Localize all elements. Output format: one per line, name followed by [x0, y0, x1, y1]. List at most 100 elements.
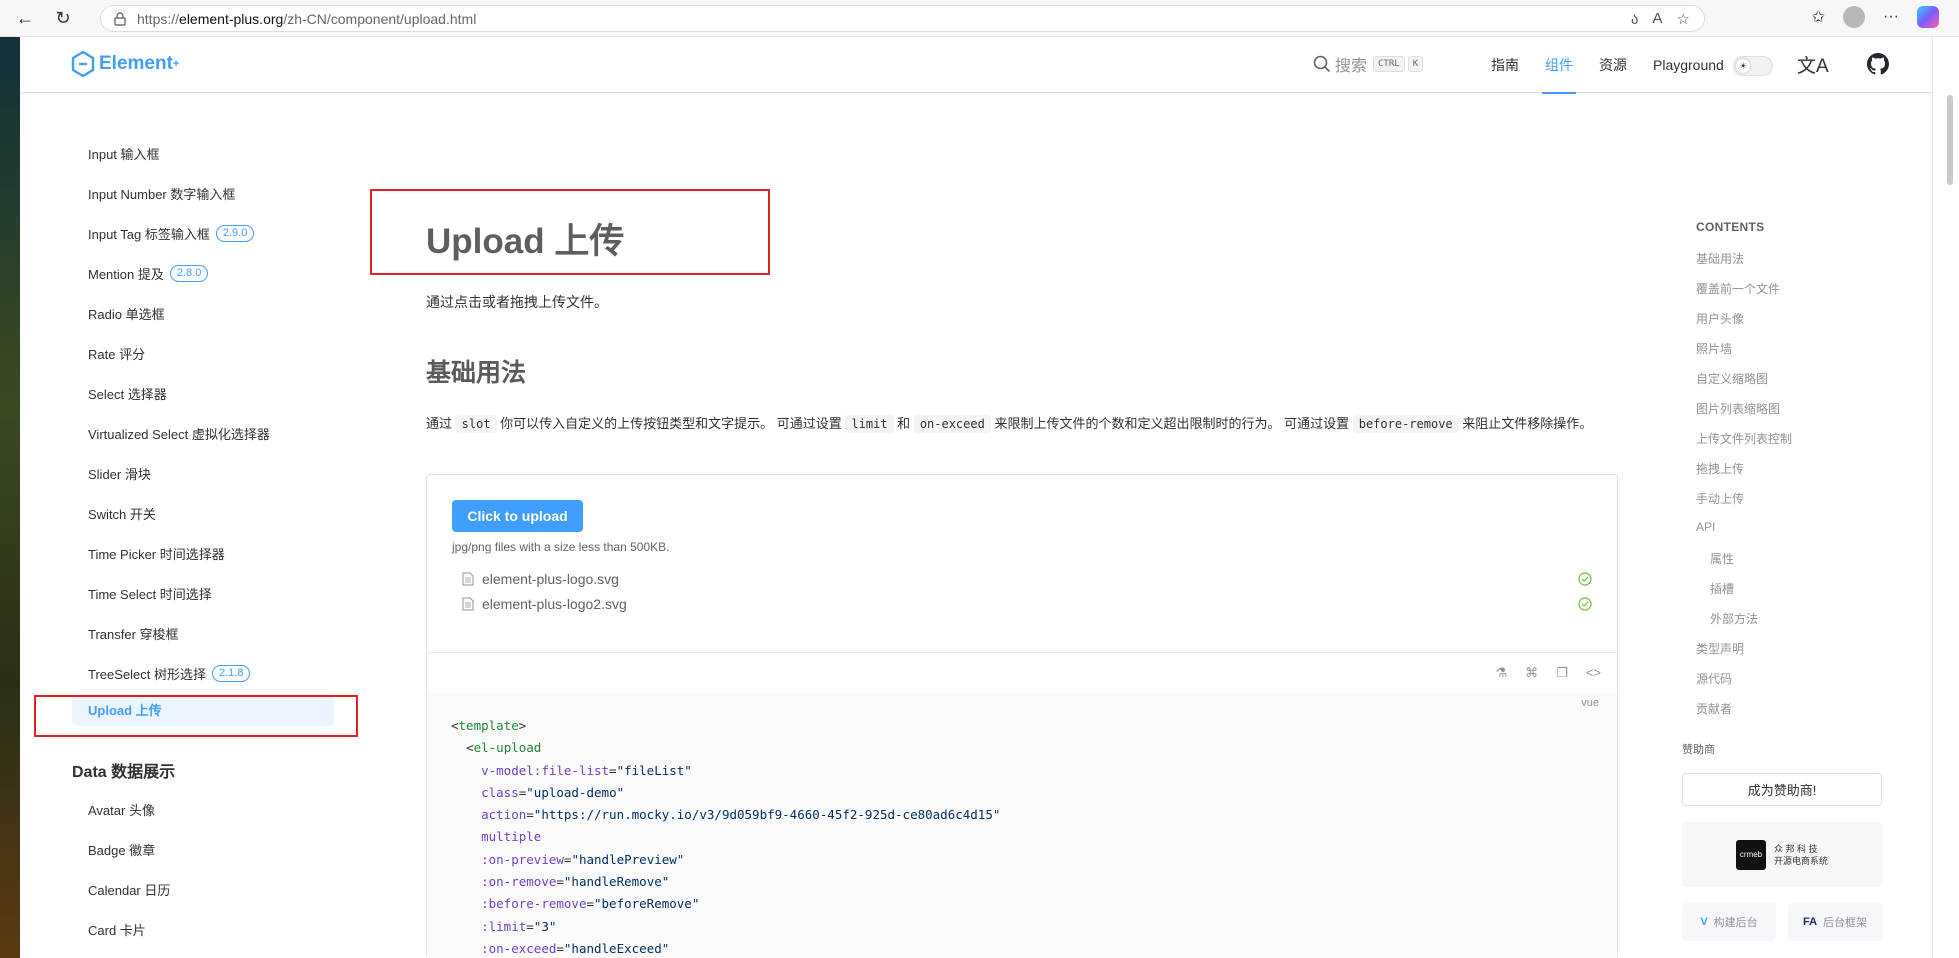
- toc-item[interactable]: 自定义缩略图: [1696, 370, 1768, 387]
- page-scrollbar[interactable]: [1932, 37, 1959, 958]
- address-bar[interactable]: https://element-plus.org/zh-CN/component…: [100, 5, 1705, 32]
- toc-item[interactable]: 贡献者: [1696, 700, 1732, 717]
- success-check-icon: [1578, 597, 1592, 611]
- toc-item[interactable]: 基础用法: [1696, 250, 1744, 267]
- sidebar-item-avatar[interactable]: Avatar 头像: [88, 799, 155, 819]
- sidebar-item-input[interactable]: Input 输入框: [88, 143, 160, 163]
- version-badge: 2.1.8: [212, 664, 251, 682]
- copy-code-icon[interactable]: ❐: [1556, 665, 1568, 681]
- sidebar-item-treeselect[interactable]: TreeSelect 树形选择 2.1.8: [88, 663, 251, 683]
- fa-logo-icon: FA: [1802, 916, 1818, 928]
- toc-item[interactable]: 外部方法: [1710, 610, 1758, 627]
- crmeb-text: 众 邦 科 技开源电商系统: [1773, 843, 1828, 866]
- sidebar-item-radio[interactable]: Radio 单选框: [88, 303, 165, 323]
- inline-code: before-remove: [1352, 415, 1459, 433]
- desktop-background: [0, 37, 20, 958]
- inline-code: slot: [455, 415, 497, 433]
- nav-playground[interactable]: Playground: [1640, 37, 1737, 93]
- sponsor-vue-admin[interactable]: V 构建后台: [1682, 903, 1776, 941]
- favorites-icon[interactable]: ✩: [1812, 7, 1825, 27]
- toc-item[interactable]: 用户头像: [1696, 310, 1744, 327]
- upload-file-item[interactable]: element-plus-logo2.svg: [462, 592, 1612, 616]
- search-button[interactable]: 搜索 CTRL K: [1313, 52, 1424, 76]
- demo-divider: [427, 652, 1617, 653]
- top-nav: 指南 组件 资源 Playground: [1478, 37, 1737, 94]
- document-icon: [462, 597, 474, 611]
- theme-switch[interactable]: ☀: [1733, 56, 1773, 76]
- become-sponsor-button[interactable]: 成为赞助商!: [1682, 773, 1882, 806]
- search-icon: [1313, 55, 1331, 73]
- read-aloud-icon[interactable]: A: [1653, 10, 1663, 28]
- back-icon[interactable]: ←: [10, 3, 40, 33]
- sidebar-item-calendar[interactable]: Calendar 日历: [88, 879, 170, 899]
- document-icon: [462, 572, 474, 586]
- scrollbar-thumb[interactable]: [1947, 95, 1953, 185]
- toc-item[interactable]: 拖拽上传: [1696, 460, 1744, 477]
- toc-item[interactable]: 属性: [1710, 550, 1734, 567]
- inline-code: on-exceed: [913, 415, 991, 433]
- section-title[interactable]: 基础用法: [426, 353, 526, 389]
- sidebar-item-slider[interactable]: Slider 滑块: [88, 463, 151, 483]
- toc-item[interactable]: 类型声明: [1696, 640, 1744, 657]
- logo-text: Element: [99, 53, 173, 74]
- toc-item[interactable]: 照片墙: [1696, 340, 1732, 357]
- toc-item[interactable]: 插槽: [1710, 580, 1734, 597]
- sidebar-item-input-tag[interactable]: Input Tag 标签输入框 2.9.0: [88, 223, 255, 243]
- github-icon[interactable]: [1867, 53, 1889, 75]
- sidebar-item-time-picker[interactable]: Time Picker 时间选择器: [88, 543, 225, 563]
- sidebar-group-title: Data 数据展示: [72, 764, 176, 781]
- translate-page-icon[interactable]: ა: [1631, 10, 1639, 28]
- nav-guide[interactable]: 指南: [1478, 37, 1532, 93]
- demo-box: Click to upload jpg/png files with a siz…: [426, 474, 1618, 958]
- sponsor-fantastic-admin[interactable]: FA 后台框架: [1788, 903, 1882, 941]
- url-text: https://element-plus.org/zh-CN/component…: [137, 10, 477, 27]
- sidebar-item-transfer[interactable]: Transfer 穿梭框: [88, 623, 179, 643]
- sidebar-item-switch[interactable]: Switch 开关: [88, 503, 156, 523]
- toc-item[interactable]: 图片列表缩略图: [1696, 400, 1780, 417]
- page-title: Upload 上传: [426, 222, 625, 261]
- sidebar-item-time-select[interactable]: Time Select 时间选择: [88, 583, 212, 603]
- sponsor-label: 赞助商: [1682, 744, 1715, 756]
- profile-avatar[interactable]: [1843, 6, 1866, 28]
- code-block[interactable]: vue <template> <el-upload v-model:file-l…: [427, 693, 1617, 958]
- sidebar-item-input-number[interactable]: Input Number 数字输入框: [88, 183, 235, 203]
- toc-item[interactable]: API: [1696, 520, 1715, 534]
- file-name: element-plus-logo2.svg: [482, 596, 627, 612]
- sidebar-item-rate[interactable]: Rate 评分: [88, 343, 145, 363]
- upload-file-item[interactable]: element-plus-logo.svg: [462, 567, 1612, 591]
- sidebar: Input 输入框 Input Number 数字输入框 Input Tag 标…: [20, 94, 360, 958]
- playground-flask-icon[interactable]: ⚗: [1496, 665, 1508, 681]
- sidebar-item-mention[interactable]: Mention 提及 2.8.0: [88, 263, 209, 283]
- site-info-icon[interactable]: [113, 11, 127, 26]
- section-description: 通过 slot 你可以传入自定义的上传按钮类型和文字提示。 可通过设置 limi…: [426, 415, 1593, 433]
- vue-logo-icon: V: [1700, 916, 1708, 928]
- toc-item[interactable]: 手动上传: [1696, 490, 1744, 507]
- sponsor-crmeb[interactable]: crmeb 众 邦 科 技开源电商系统: [1682, 822, 1882, 887]
- toc-item[interactable]: 覆盖前一个文件: [1696, 280, 1780, 297]
- language-icon[interactable]: 文A: [1797, 51, 1829, 78]
- site-header: Element + 搜索 CTRL K 指南 组件 资源 Playground ☀…: [20, 37, 1932, 94]
- click-to-upload-button[interactable]: Click to upload: [452, 500, 583, 532]
- page-description: 通过点击或者拖拽上传文件。: [426, 294, 608, 310]
- sidebar-item-card[interactable]: Card 卡片: [88, 919, 146, 939]
- toc-item[interactable]: 上传文件列表控制: [1696, 430, 1792, 447]
- element-logo[interactable]: Element +: [71, 51, 179, 77]
- toggle-code-icon[interactable]: <>: [1586, 665, 1601, 681]
- more-menu-icon[interactable]: ···: [1883, 8, 1899, 26]
- toc-heading: CONTENTS: [1696, 220, 1765, 234]
- code-language-label: vue: [1581, 697, 1599, 709]
- favorite-star-icon[interactable]: ☆: [1677, 10, 1690, 28]
- inline-code: limit: [845, 415, 894, 433]
- nav-resource[interactable]: 资源: [1586, 37, 1640, 93]
- version-badge: 2.9.0: [215, 224, 255, 242]
- reload-icon[interactable]: ↻: [48, 3, 78, 33]
- upload-tip: jpg/png files with a size less than 500K…: [452, 540, 670, 554]
- search-placeholder: 搜索: [1335, 58, 1368, 75]
- toc-item[interactable]: 源代码: [1696, 670, 1732, 687]
- copilot-icon[interactable]: [1917, 6, 1939, 28]
- nav-component[interactable]: 组件: [1532, 37, 1586, 94]
- sidebar-item-badge[interactable]: Badge 徽章: [88, 839, 155, 859]
- sidebar-item-select[interactable]: Select 选择器: [88, 383, 167, 403]
- sidebar-item-virtualized-select[interactable]: Virtualized Select 虚拟化选择器: [88, 423, 270, 443]
- github-edit-icon[interactable]: ⌘: [1525, 665, 1538, 681]
